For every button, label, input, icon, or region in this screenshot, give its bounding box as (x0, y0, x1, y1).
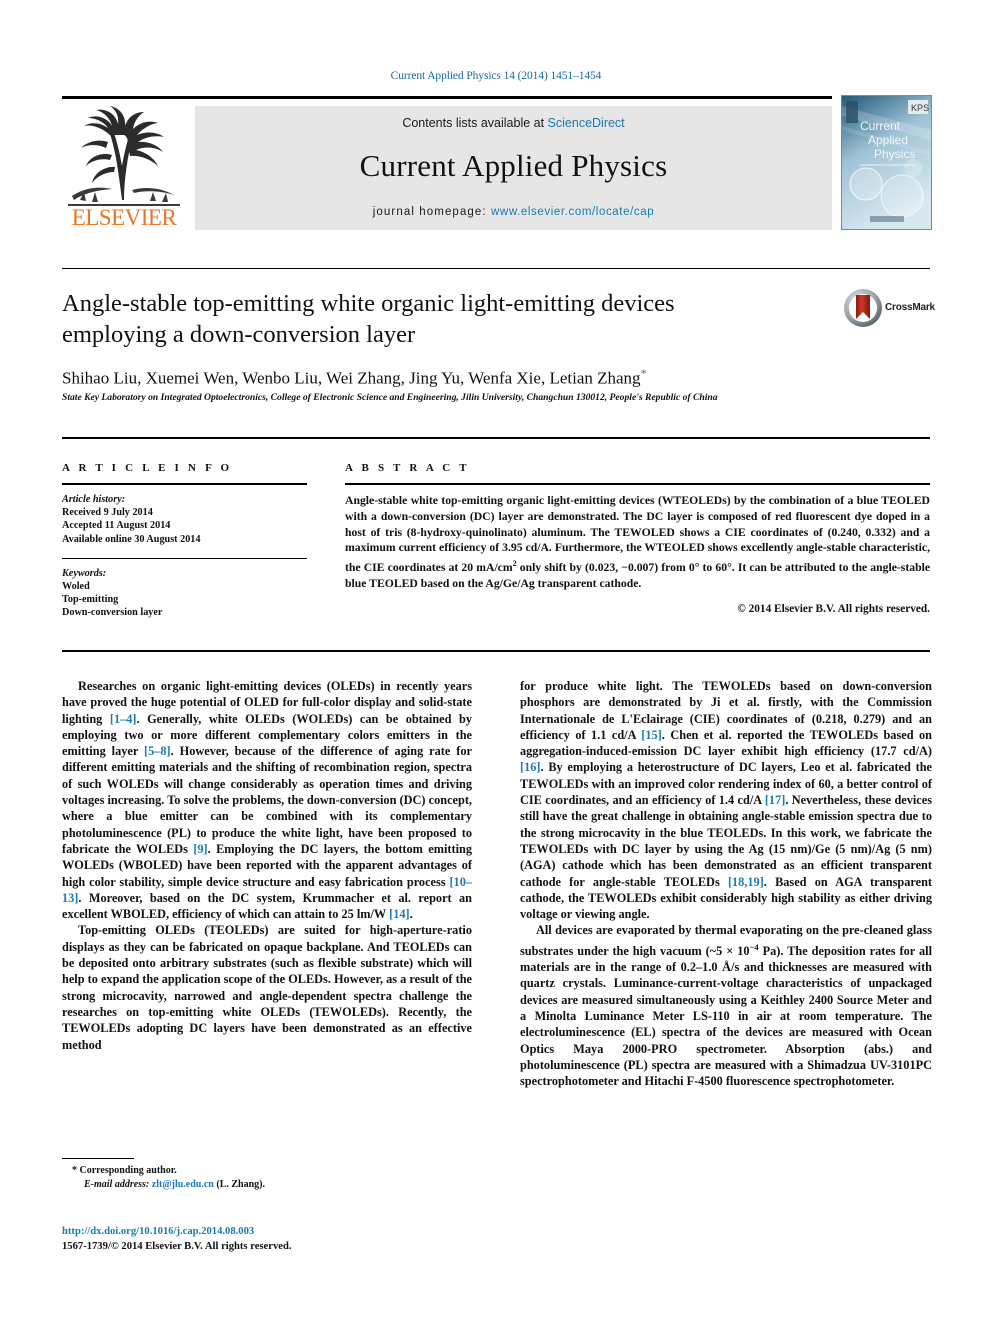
keywords-divider (62, 557, 307, 559)
abstract-heading: A B S T R A C T (345, 462, 470, 474)
body-paragraph: for produce white light. The TEWOLEDs ba… (520, 678, 932, 922)
keywords-label: Keywords: (62, 567, 107, 579)
body-paragraph: Top-emitting OLEDs (TEOLEDs) are suited … (62, 923, 472, 1052)
crossmark-label: CrossMark (885, 302, 935, 313)
citation-ref[interactable]: [14] (389, 907, 410, 921)
citation-ref[interactable]: [1–4] (110, 712, 137, 726)
contents-prefix: Contents lists available at (402, 116, 548, 130)
history-item: Received 9 July 2014 (62, 507, 153, 519)
footnote-block: * Corresponding author. E-mail address: … (62, 1158, 472, 1191)
email-note: E-mail address: zlt@jlu.edu.cn (L. Zhang… (62, 1178, 472, 1192)
article-info-heading: A R T I C L E I N F O (62, 462, 233, 474)
abstract-bottom-divider (62, 650, 930, 652)
para-text: . However, because of the difference of … (62, 744, 472, 856)
citation-ref[interactable]: [18,19] (728, 875, 764, 889)
homepage-prefix: journal homepage: (372, 206, 492, 218)
footnote-marker: * (72, 1165, 77, 1176)
running-head: Current Applied Physics 14 (2014) 1451–1… (390, 70, 602, 82)
article-history-label: Article history: (62, 494, 126, 505)
svg-text:KPS: KPS (911, 103, 929, 113)
contents-available-line: Contents lists available at ScienceDirec… (195, 116, 832, 130)
corresponding-author-text: Corresponding author. (79, 1165, 177, 1176)
abstract-section: A B S T R A C T Angle-stable white top-e… (345, 462, 930, 615)
title-divider (62, 268, 930, 269)
exponent: −4 (749, 941, 759, 952)
citation-ref[interactable]: [15] (641, 728, 662, 742)
body-column-left: Researches on organic light-emitting dev… (62, 678, 472, 1053)
journal-cover-art: KPS Current Applied Physics (842, 96, 931, 229)
email-owner: (L. Zhang). (216, 1178, 265, 1190)
svg-text:Physics: Physics (874, 147, 915, 161)
keyword-item: Down-conversion layer (62, 607, 163, 619)
history-item: Accepted 11 August 2014 (62, 520, 171, 532)
author-list: Shihao Liu, Xuemei Wen, Wenbo Liu, Wei Z… (62, 366, 822, 389)
para-text: Pa). The deposition rates for all materi… (520, 943, 932, 1089)
issn-copyright-line: 1567-1739/© 2014 Elsevier B.V. All right… (62, 1240, 292, 1252)
journal-title: Current Applied Physics (359, 148, 668, 183)
doi-link[interactable]: http://dx.doi.org/10.1016/j.cap.2014.08.… (62, 1225, 482, 1240)
svg-text:Current: Current (860, 119, 901, 133)
article-history-group: Article history: Received 9 July 2014 Ac… (62, 493, 307, 546)
author-names: Shihao Liu, Xuemei Wen, Wenbo Liu, Wei Z… (62, 368, 641, 388)
footer-block: http://dx.doi.org/10.1016/j.cap.2014.08.… (62, 1225, 482, 1254)
crossmark-icon (844, 289, 882, 327)
para-text: . (409, 907, 413, 922)
sciencedirect-link[interactable]: ScienceDirect (548, 116, 625, 130)
email-link[interactable]: zlt@jlu.edu.cn (152, 1179, 214, 1190)
history-item: Available online 30 August 2014 (62, 533, 201, 545)
masthead-top-rule (62, 96, 832, 99)
homepage-url-link[interactable]: www.elsevier.com/locate/cap (491, 206, 654, 218)
journal-homepage-line: journal homepage: www.elsevier.com/locat… (195, 206, 832, 218)
corresponding-author-note: * Corresponding author. (62, 1164, 472, 1178)
article-info-section: A R T I C L E I N F O Article history: R… (62, 462, 307, 620)
page-title: Angle-stable top-emitting white organic … (62, 290, 675, 348)
svg-text:Applied: Applied (868, 133, 908, 147)
journal-masthead: ELSEVIER Contents lists available at Sci… (62, 96, 930, 230)
citation-ref[interactable]: [17] (765, 793, 786, 807)
keyword-item: Woled (62, 581, 90, 593)
article-info-rule (62, 483, 307, 485)
affiliation: State Key Laboratory on Integrated Optoe… (62, 392, 718, 403)
affiliation-divider (62, 437, 930, 439)
body-paragraph: Researches on organic light-emitting dev… (62, 678, 472, 922)
footnote-divider (62, 1158, 134, 1159)
elsevier-tree-icon (68, 106, 180, 206)
abstract-rule (345, 483, 930, 485)
keywords-group: Keywords: Woled Top-emitting Down-conver… (62, 567, 307, 620)
crossmark-badge[interactable]: CrossMark (843, 288, 935, 332)
citation-ref[interactable]: [16] (520, 760, 541, 774)
citation-ref[interactable]: [9] (193, 842, 207, 856)
body-paragraph: All devices are evaporated by thermal ev… (520, 922, 932, 1089)
keyword-item: Top-emitting (62, 594, 119, 606)
abstract-text: Angle-stable white top-emitting organic … (345, 493, 930, 592)
elsevier-wordmark: ELSEVIER (71, 205, 177, 230)
citation-ref[interactable]: [5–8] (144, 744, 171, 758)
paper-page: Current Applied Physics 14 (2014) 1451–1… (0, 0, 992, 1323)
email-label: E-mail address: (84, 1178, 150, 1190)
elsevier-logo: ELSEVIER (62, 104, 186, 230)
journal-cover-thumbnail: KPS Current Applied Physics (841, 95, 932, 230)
body-column-right: for produce white light. The TEWOLEDs ba… (520, 678, 932, 1090)
abstract-copyright: © 2014 Elsevier B.V. All rights reserved… (737, 602, 930, 615)
contents-banner: Contents lists available at ScienceDirec… (195, 106, 832, 230)
corresponding-author-marker: * (640, 366, 647, 380)
